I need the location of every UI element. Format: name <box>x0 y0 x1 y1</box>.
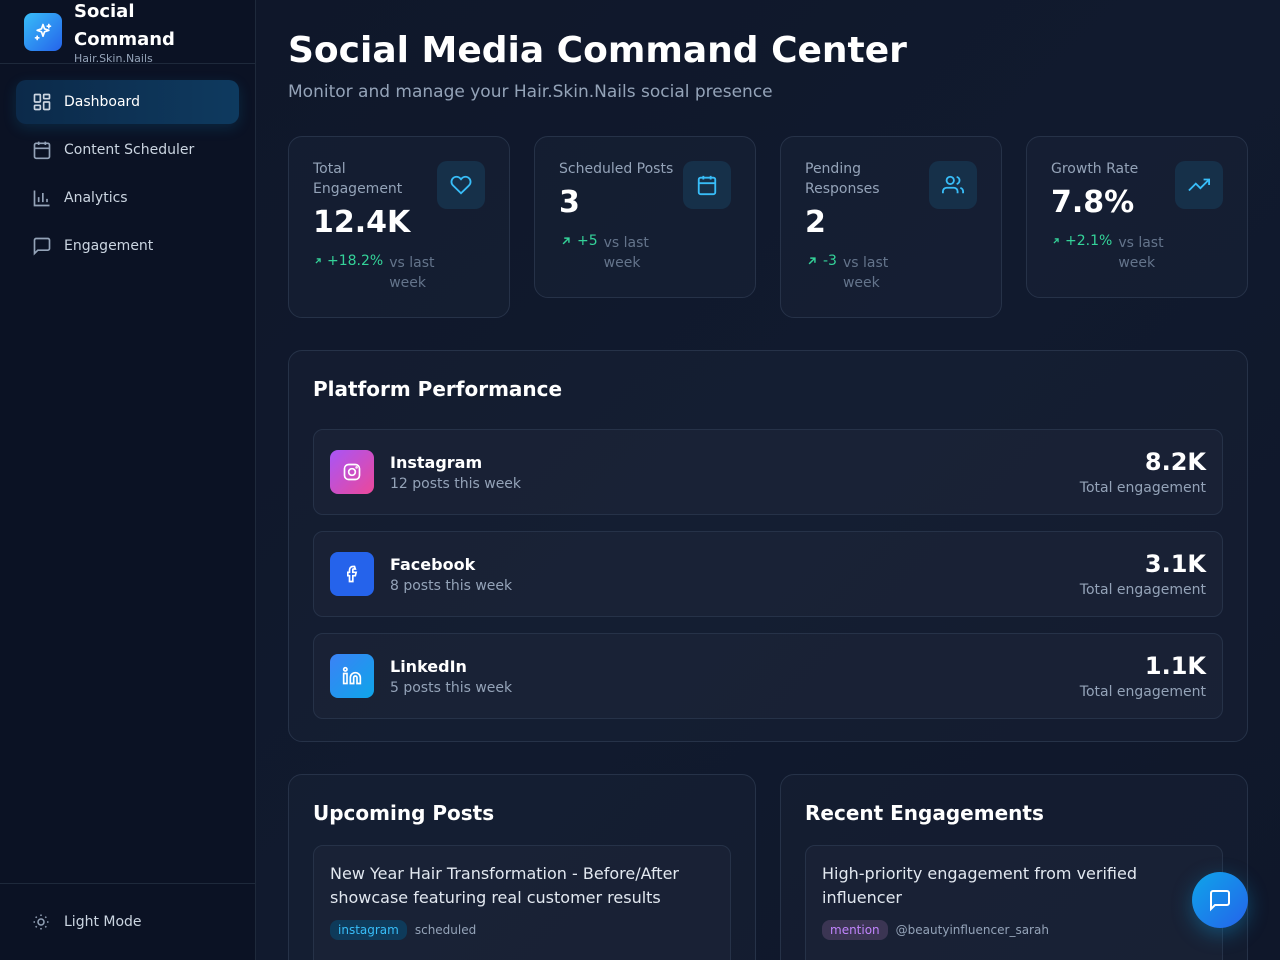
stat-label: Growth Rate <box>1051 161 1139 177</box>
platform-name: Instagram <box>390 452 483 472</box>
stat-value: 2 <box>805 205 826 240</box>
platform-posts: 5 posts this week <box>390 679 513 696</box>
platform-row-facebook[interactable]: Facebook 8 posts this week 3.1K Total en… <box>313 531 1223 617</box>
stat-label: Pending Responses <box>805 161 880 197</box>
page-subtitle: Monitor and manage your Hair.Skin.Nails … <box>288 82 773 102</box>
stat-card-scheduled-posts: Scheduled Posts 3 +5 vs last week <box>534 136 756 298</box>
stat-vs: vs last week <box>842 255 889 291</box>
upcoming-posts-panel: Upcoming Posts New Year Hair Transformat… <box>288 774 756 960</box>
post-status: scheduled <box>414 923 477 937</box>
main-content: Social Media Command Center Monitor and … <box>256 0 1280 960</box>
panel-title: Upcoming Posts <box>313 801 495 825</box>
platform-tag: instagram <box>330 920 407 940</box>
page-title: Social Media Command Center <box>288 30 907 71</box>
engagement-item[interactable]: High-priority engagement from verified i… <box>805 845 1223 960</box>
message-icon <box>32 236 52 256</box>
instagram-icon <box>330 450 374 494</box>
heart-icon <box>437 161 485 209</box>
platform-engagement-label: Total engagement <box>1079 684 1206 700</box>
stat-delta: +2.1% <box>1065 233 1113 249</box>
sun-icon <box>32 913 50 931</box>
bottom-row: Upcoming Posts New Year Hair Transformat… <box>288 774 1248 960</box>
stat-card-total-engagement: Total Engagement 12.4K +18.2% vs last we… <box>288 136 510 318</box>
stat-delta: -3 <box>823 253 837 269</box>
trending-up-icon <box>1175 161 1223 209</box>
platform-engagement-value: 3.1K <box>1144 550 1206 578</box>
panel-title: Platform Performance <box>313 377 563 401</box>
arrow-up-right-icon <box>805 254 819 272</box>
stat-label: Total Engagement <box>313 161 403 197</box>
arrow-up-right-icon <box>1051 234 1061 250</box>
sidebar-nav: Dashboard Content Scheduler Analytics En… <box>0 64 255 288</box>
sidebar-item-label: Analytics <box>64 190 128 206</box>
sidebar-item-label: Engagement <box>64 238 154 254</box>
platform-name: Facebook <box>390 554 476 574</box>
calendar-icon <box>683 161 731 209</box>
platform-engagement-label: Total engagement <box>1079 582 1206 598</box>
sidebar-item-label: Content Scheduler <box>64 142 195 158</box>
brand-subtitle: Hair.Skin.Nails <box>74 52 153 65</box>
platform-name: LinkedIn <box>390 656 467 676</box>
engagement-text: High-priority engagement from verified i… <box>822 864 1137 907</box>
arrow-up-right-icon <box>313 254 323 270</box>
users-icon <box>929 161 977 209</box>
platform-posts: 12 posts this week <box>390 475 522 492</box>
bar-chart-icon <box>32 188 52 208</box>
panel-title: Recent Engagements <box>805 801 1044 825</box>
platform-row-instagram[interactable]: Instagram 12 posts this week 8.2K Total … <box>313 429 1223 515</box>
platform-performance-panel: Platform Performance Instagram 12 posts … <box>288 350 1248 742</box>
stat-vs: vs last week <box>389 255 435 291</box>
facebook-icon <box>330 552 374 596</box>
sidebar-item-analytics[interactable]: Analytics <box>16 176 239 220</box>
linkedin-icon <box>330 654 374 698</box>
stat-vs: vs last week <box>603 235 649 271</box>
theme-toggle-button[interactable]: Light Mode <box>0 883 255 960</box>
upcoming-post-item[interactable]: New Year Hair Transformation - Before/Af… <box>313 845 731 960</box>
platform-engagement-label: Total engagement <box>1079 480 1206 496</box>
sidebar-item-engagement[interactable]: Engagement <box>16 224 239 268</box>
stat-label: Scheduled Posts <box>559 161 674 177</box>
sidebar-item-dashboard[interactable]: Dashboard <box>16 80 239 124</box>
brand-name: Social Command <box>74 1 175 50</box>
post-text: New Year Hair Transformation - Before/Af… <box>330 864 679 907</box>
platform-row-linkedin[interactable]: LinkedIn 5 posts this week 1.1K Total en… <box>313 633 1223 719</box>
stats-row: Total Engagement 12.4K +18.2% vs last we… <box>288 136 1248 318</box>
stat-value: 12.4K <box>313 205 411 240</box>
engagement-handle: @beautyinfluencer_sarah <box>895 923 1049 937</box>
stat-vs: vs last week <box>1118 235 1164 271</box>
sidebar-item-label: Dashboard <box>64 94 140 110</box>
brand: Social Command Hair.Skin.Nails <box>0 0 255 65</box>
stat-delta: +5 <box>577 233 598 249</box>
platform-engagement-value: 1.1K <box>1144 652 1206 680</box>
chat-button[interactable] <box>1192 872 1248 928</box>
sparkles-icon <box>24 12 62 51</box>
platform-engagement-value: 8.2K <box>1144 448 1206 476</box>
sidebar-item-content-scheduler[interactable]: Content Scheduler <box>16 128 239 172</box>
platform-posts: 8 posts this week <box>390 577 513 594</box>
chat-icon <box>1208 888 1232 912</box>
engagement-type-tag: mention <box>822 920 888 940</box>
stat-delta: +18.2% <box>327 253 384 269</box>
theme-toggle-label: Light Mode <box>64 914 142 930</box>
dashboard-icon <box>32 92 52 112</box>
arrow-up-right-icon <box>559 234 573 252</box>
sidebar: Social Command Hair.Skin.Nails Dashboard… <box>0 0 256 960</box>
stat-card-pending-responses: Pending Responses 2 -3 vs last week <box>780 136 1002 318</box>
calendar-icon <box>32 140 52 160</box>
stat-card-growth-rate: Growth Rate 7.8% +2.1% vs last week <box>1026 136 1248 298</box>
recent-engagements-panel: Recent Engagements High-priority engagem… <box>780 774 1248 960</box>
